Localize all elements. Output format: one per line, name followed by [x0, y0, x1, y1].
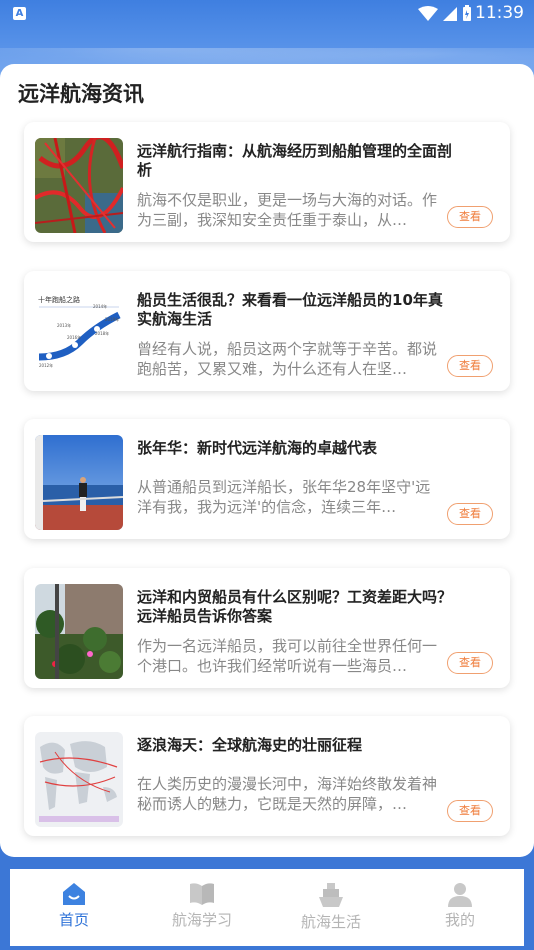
- home-icon: [63, 883, 85, 905]
- tab-life[interactable]: 航海生活: [267, 869, 395, 946]
- signal-icon: [443, 6, 457, 21]
- tab-label: 我的: [444, 911, 475, 929]
- article-card[interactable]: 远洋和内贸船员有什么区别呢？工资差距大吗？远洋船员告诉你答案 作为一名远洋船员，…: [24, 568, 510, 688]
- tab-label: 航海生活: [300, 913, 361, 931]
- article-thumbnail: 十年跑船之路 2013年 2014年 2016年 2018年 2019年 201…: [35, 287, 123, 382]
- article-card[interactable]: 十年跑船之路 2013年 2014年 2016年 2018年 2019年 201…: [24, 271, 510, 391]
- status-bar: A 11:39: [0, 0, 534, 28]
- thumbnail-year: 2019年: [105, 317, 120, 322]
- page-title: 远洋航海资讯: [18, 82, 144, 106]
- bottom-tab-bar: 首页 航海学习 航海生活 我的: [10, 869, 524, 946]
- article-excerpt: 航海不仅是职业，更是一场与大海的对话。作为三副，我深知安全责任重于泰山，从…: [137, 191, 437, 229]
- view-button[interactable]: 查看: [447, 652, 493, 674]
- wifi-icon: [418, 5, 438, 21]
- notification-icon: A: [13, 7, 26, 20]
- thumbnail-year: 2018年: [95, 331, 110, 336]
- view-button[interactable]: 查看: [447, 206, 493, 228]
- article-title: 张年华：新时代远洋航海的卓越代表: [137, 439, 378, 457]
- thumbnail-year: 2012年: [39, 363, 54, 368]
- article-card[interactable]: 张年华：新时代远洋航海的卓越代表 从普通船员到远洋船长，张年华28年坚守'远洋有…: [24, 419, 510, 539]
- tab-study[interactable]: 航海学习: [138, 869, 266, 946]
- article-title: 远洋和内贸船员有什么区别呢？工资差距大吗？远洋船员告诉你答案: [137, 588, 453, 625]
- profile-icon: [448, 883, 472, 907]
- status-time: 11:39: [475, 3, 524, 23]
- view-button[interactable]: 查看: [447, 503, 493, 525]
- view-button[interactable]: 查看: [447, 355, 493, 377]
- content-card: 远洋航海资讯 远洋航行指南：从航海经历到船舶管理的全面剖析 航海不仅是职业，更是…: [0, 64, 534, 857]
- thumbnail-year: 2014年: [93, 304, 108, 309]
- view-button[interactable]: 查看: [447, 800, 493, 822]
- article-excerpt: 从普通船员到远洋船长，张年华28年坚守'远洋有我，我为远洋'的信念，连续三年…: [137, 478, 431, 516]
- tab-label: 首页: [58, 911, 89, 929]
- article-title: 逐浪海天：全球航海史的壮丽征程: [137, 736, 363, 754]
- article-thumbnail: [35, 732, 123, 827]
- article-title: 船员生活很乱？来看看一位远洋船员的10年真实航海生活: [137, 291, 443, 328]
- tab-label: 航海学习: [171, 911, 232, 929]
- book-icon: [190, 883, 214, 905]
- article-thumbnail: [35, 138, 123, 233]
- article-card[interactable]: 远洋航行指南：从航海经历到船舶管理的全面剖析 航海不仅是职业，更是一场与大海的对…: [24, 122, 510, 242]
- thumbnail-year: 2016年: [67, 335, 82, 340]
- thumbnail-year: 2013年: [57, 323, 72, 328]
- ship-icon: [319, 883, 343, 907]
- article-excerpt: 作为一名远洋船员，我可以前往全世界任何一个港口。也许我们经常听说有一些海员…: [137, 637, 437, 675]
- article-card[interactable]: 逐浪海天：全球航海史的壮丽征程 在人类历史的漫漫长河中，海洋始终散发着神秘而诱人…: [24, 716, 510, 836]
- article-thumbnail: [35, 435, 123, 530]
- article-title: 远洋航行指南：从航海经历到船舶管理的全面剖析: [137, 142, 453, 179]
- article-excerpt: 曾经有人说，船员这两个字就等于辛苦。都说跑船苦，又累又难，为什么还有人在坚…: [137, 340, 437, 378]
- tab-mine[interactable]: 我的: [396, 869, 524, 946]
- battery-icon: [463, 5, 471, 21]
- article-excerpt: 在人类历史的漫漫长河中，海洋始终散发着神秘而诱人的魅力，它既是天然的屏障，…: [137, 775, 437, 813]
- article-thumbnail: [35, 584, 123, 679]
- tab-home[interactable]: 首页: [10, 869, 138, 946]
